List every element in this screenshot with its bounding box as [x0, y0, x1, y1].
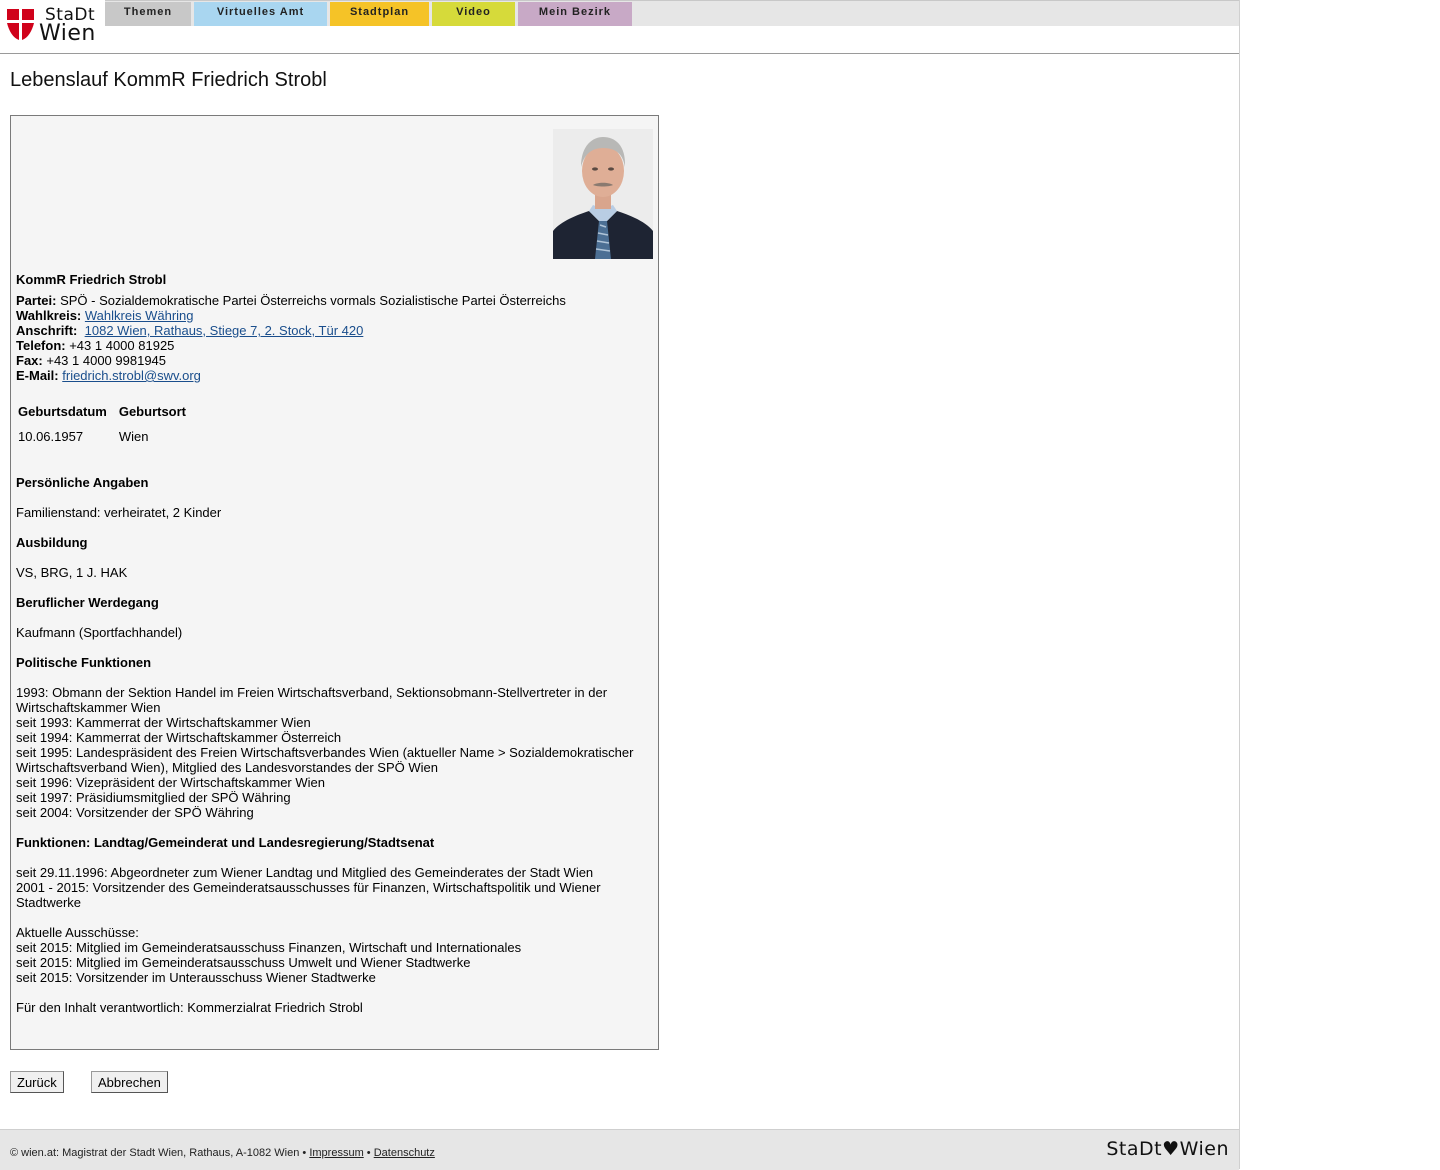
list-item: 2001 - 2015: Vorsitzender des Gemeindera…	[16, 880, 601, 910]
section-heading-ausbildung: Ausbildung	[16, 535, 88, 550]
phone-label: Telefon:	[16, 338, 66, 353]
footer-separator: •	[366, 1147, 371, 1159]
email-row: E-Mail: friedrich.strobl@swv.org	[16, 368, 566, 383]
section-heading-funktionen-landtag: Funktionen: Landtag/Gemeinderat und Land…	[16, 835, 435, 850]
site-header: StaDt Wien Themen Virtuelles Amt Stadtpl…	[0, 0, 1239, 54]
table-row: 10.06.1957 Wien	[18, 429, 196, 444]
wahlkreis-row: Wahlkreis: Wahlkreis Währing	[16, 308, 566, 323]
fax-value: +43 1 4000 9981945	[46, 353, 167, 368]
list-item: seit 2015: Vorsitzender im Unterausschus…	[16, 970, 376, 985]
list-item: seit 29.11.1996: Abgeordneter zum Wiener…	[16, 865, 594, 880]
wahlkreis-link[interactable]: Wahlkreis Währing	[85, 308, 194, 323]
list-item: seit 2015: Mitglied im Gemeinderatsaussc…	[16, 955, 471, 970]
phone-row: Telefon: +43 1 4000 81925	[16, 338, 566, 353]
fax-row: Fax: +43 1 4000 9981945	[16, 353, 566, 368]
section-text-funktionen-landtag: seit 29.11.1996: Abgeordneter zum Wiener…	[16, 865, 646, 910]
party-label: Partei:	[16, 293, 57, 308]
list-item: seit 1994: Kammerrat der Wirtschaftskamm…	[16, 730, 342, 745]
section-text-politische-funktionen: 1993: Obmann der Sektion Handel im Freie…	[16, 685, 646, 820]
portrait-image	[553, 129, 653, 259]
section-text-persoenliche-angaben: Familienstand: verheiratet, 2 Kinder	[16, 505, 646, 520]
back-button[interactable]: Zurück	[10, 1071, 64, 1093]
list-item: seit 2015: Mitglied im Gemeinderatsaussc…	[16, 940, 522, 955]
footer-text: © wien.at: Magistrat der Stadt Wien, Rat…	[10, 1147, 435, 1159]
section-text-beruflicher-werdegang: Kaufmann (Sportfachhandel)	[16, 625, 646, 640]
wahlkreis-label: Wahlkreis:	[16, 308, 82, 323]
list-item: seit 1993: Kammerrat der Wirtschaftskamm…	[16, 715, 311, 730]
current-committees: Aktuelle Ausschüsse: seit 2015: Mitglied…	[16, 925, 646, 985]
list-item: Familienstand: verheiratet, 2 Kinder	[16, 505, 222, 520]
table-header-geburtsort: Geburtsort	[118, 404, 187, 419]
table-header-geburtsdatum: Geburtsdatum	[18, 404, 107, 419]
list-item: seit 1995: Landespräsident des Freien Wi…	[16, 745, 634, 775]
section-text-ausbildung: VS, BRG, 1 J. HAK	[16, 565, 646, 580]
profile-box: KommR Friedrich Strobl Partei: SPÖ - Soz…	[10, 115, 659, 1050]
phone-value: +43 1 4000 81925	[69, 338, 175, 353]
cell-geburtsort: Wien	[118, 429, 149, 444]
site-footer: © wien.at: Magistrat der Stadt Wien, Rat…	[0, 1129, 1239, 1170]
section-heading-politische-funktionen: Politische Funktionen	[16, 655, 152, 670]
party-row: Partei: SPÖ - Sozialdemokratische Partei…	[16, 293, 566, 308]
vienna-shield-icon	[7, 9, 34, 40]
datenschutz-link[interactable]: Datenschutz	[374, 1147, 435, 1159]
address-label: Anschrift:	[16, 323, 78, 338]
responsible-note: Für den Inhalt verantwortlich: Kommerzia…	[16, 1000, 363, 1015]
party-value: SPÖ - Sozialdemokratische Partei Österre…	[60, 293, 566, 308]
copyright-text: © wien.at: Magistrat der Stadt Wien, Rat…	[10, 1147, 307, 1159]
birth-info-table: Geburtsdatum Geburtsort 10.06.1957 Wien	[16, 402, 198, 446]
email-label: E-Mail:	[16, 368, 59, 383]
nav-tab-video[interactable]: Video	[432, 2, 515, 26]
address-link[interactable]: 1082 Wien, Rathaus, Stiege 7, 2. Stock, …	[85, 323, 364, 338]
portrait-photo	[553, 129, 653, 259]
nav-tab-stadtplan[interactable]: Stadtplan	[330, 2, 429, 26]
impressum-link[interactable]: Impressum	[309, 1147, 363, 1159]
cell-geburtsdatum: 10.06.1957	[18, 429, 84, 444]
list-item: 1993: Obmann der Sektion Handel im Freie…	[16, 685, 608, 715]
fax-label: Fax:	[16, 353, 43, 368]
stadt-wien-logo[interactable]: StaDt Wien	[7, 5, 102, 47]
main-navigation: Themen Virtuelles Amt Stadtplan Video Me…	[105, 0, 1239, 26]
logo-line-2: Wien	[39, 21, 96, 46]
nav-tab-themen[interactable]: Themen	[105, 2, 191, 26]
page-title: Lebenslauf KommR Friedrich Strobl	[10, 69, 327, 91]
list-item: seit 2004: Vorsitzender der SPÖ Währing	[16, 805, 254, 820]
committees-title: Aktuelle Ausschüsse:	[16, 925, 139, 940]
contact-info: Partei: SPÖ - Sozialdemokratische Partei…	[16, 293, 566, 383]
profile-name: KommR Friedrich Strobl	[16, 272, 167, 287]
list-item: seit 1996: Vizepräsident der Wirtschafts…	[16, 775, 325, 790]
address-row: Anschrift: 1082 Wien, Rathaus, Stiege 7,…	[16, 323, 566, 338]
nav-tab-virtuelles-amt[interactable]: Virtuelles Amt	[194, 2, 327, 26]
list-item: seit 1997: Präsidiumsmitglied der SPÖ Wä…	[16, 790, 291, 805]
footer-logo[interactable]: StaDt♥Wien	[1106, 1138, 1229, 1160]
list-item: Kaufmann (Sportfachhandel)	[16, 625, 183, 640]
email-link[interactable]: friedrich.strobl@swv.org	[62, 368, 201, 383]
section-heading-beruflicher-werdegang: Beruflicher Werdegang	[16, 595, 159, 610]
cancel-button[interactable]: Abbrechen	[91, 1071, 168, 1093]
section-heading-persoenliche-angaben: Persönliche Angaben	[16, 475, 149, 490]
page: StaDt Wien Themen Virtuelles Amt Stadtpl…	[0, 0, 1240, 1170]
nav-tab-mein-bezirk[interactable]: Mein Bezirk	[518, 2, 632, 26]
list-item: VS, BRG, 1 J. HAK	[16, 565, 128, 580]
